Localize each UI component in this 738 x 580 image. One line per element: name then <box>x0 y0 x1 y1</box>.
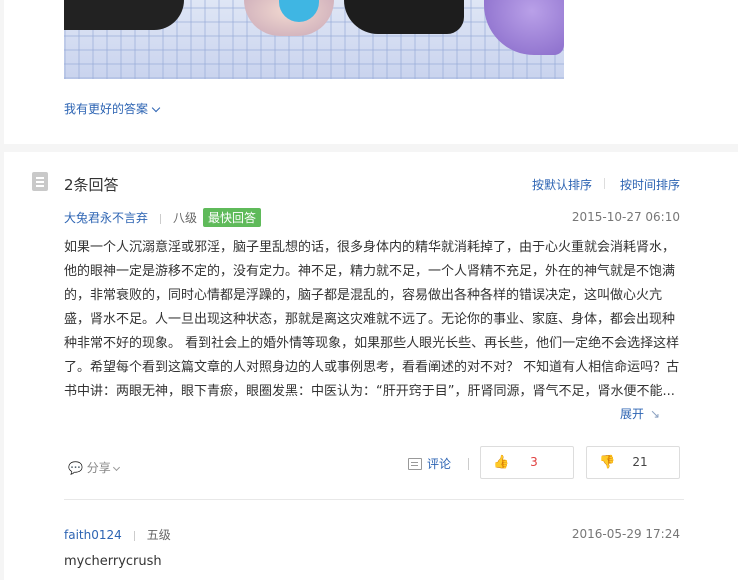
sort-time-link[interactable]: 按时间排序 <box>620 176 680 193</box>
author-divider <box>133 530 135 541</box>
answer-timestamp: 2016-05-29 17:24 <box>571 527 680 541</box>
action-divider <box>468 458 469 470</box>
author-name-link[interactable]: faith0124 <box>64 528 122 542</box>
answer-divider <box>64 499 684 500</box>
chat-bubbles-icon: 💬 <box>68 461 83 475</box>
author-level: 五级 <box>146 528 171 542</box>
expand-link[interactable]: 展开 ↘ <box>620 405 660 422</box>
author-level: 八级 <box>173 211 198 225</box>
better-answer-link[interactable]: 我有更好的答案 <box>64 100 161 117</box>
answer-text: mycherrycrush <box>64 554 162 569</box>
author-divider <box>160 213 162 224</box>
downvote-count: 21 <box>632 455 648 469</box>
upvote-count: 3 <box>530 455 538 469</box>
answers-section: 2条回答 按默认排序 按时间排序 大兔君永不言弃 八级 最快回答 2015-10-2… <box>4 152 738 580</box>
fastest-answer-badge: 最快回答 <box>203 208 262 227</box>
list-icon <box>32 172 48 191</box>
comment-button[interactable]: 评论 <box>408 455 451 472</box>
answer-timestamp: 2015-10-27 06:10 <box>571 210 680 224</box>
answers-count-title: 2条回答 <box>64 176 119 194</box>
answer-image <box>64 0 564 79</box>
expand-label: 展开 <box>620 407 645 421</box>
author-name-link[interactable]: 大兔君永不言弃 <box>64 211 148 225</box>
chevron-down-icon <box>151 103 161 113</box>
sort-default-link[interactable]: 按默认排序 <box>532 176 592 193</box>
better-answer-label: 我有更好的答案 <box>64 102 149 116</box>
arrow-down-right-icon: ↘ <box>650 407 661 421</box>
upvote-button[interactable]: 👍 3 <box>480 446 574 479</box>
comment-icon <box>408 458 422 470</box>
downvote-button[interactable]: 👎 21 <box>586 446 680 479</box>
answer-author-row: 大兔君永不言弃 八级 最快回答 <box>64 208 262 227</box>
previous-answer-card: 我有更好的答案 <box>4 0 738 144</box>
sort-divider <box>604 178 605 189</box>
chevron-down-icon <box>112 463 120 472</box>
answer-author-row: faith0124 五级 <box>64 526 171 543</box>
comment-label: 评论 <box>427 457 452 471</box>
share-button[interactable]: 💬 分享 <box>68 459 120 476</box>
share-label: 分享 <box>86 461 111 475</box>
answer-text: 如果一个人沉溺意淫或邪淫，脑子里乱想的话，很多身体内的精华就消耗掉了，由于心火重… <box>64 240 680 399</box>
